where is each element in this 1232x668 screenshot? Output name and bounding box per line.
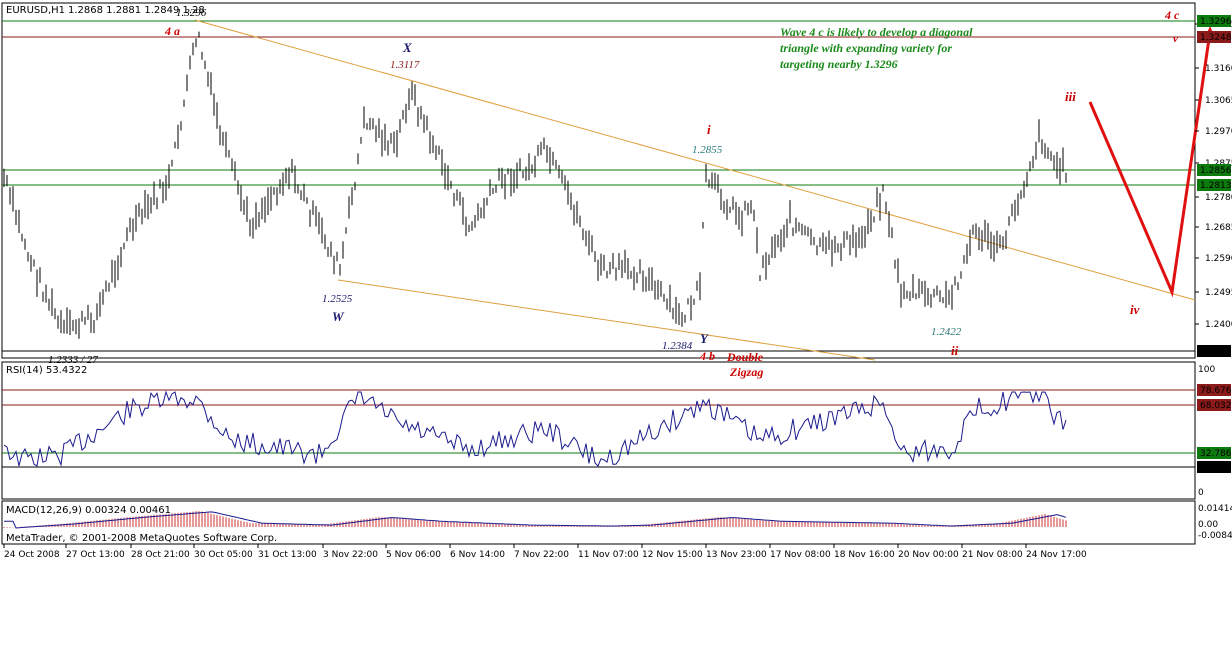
time-tick-label: 27 Oct 13:00 (66, 550, 125, 560)
price-tick-label: 1.3160 (1205, 64, 1232, 74)
double-zigzag-line1: Double (726, 350, 764, 364)
price-panel[interactable] (1, 2, 1196, 359)
price-level-badge-label: 1.2856 (1200, 166, 1232, 176)
macd-label: MACD(12,26,9) 0.00324 0.00461 (6, 505, 171, 516)
note-line-1: Wave 4 c is likely to develop a diagonal (780, 25, 973, 39)
macd-tick-label: 0.00 (1198, 520, 1218, 530)
wave-iii-label: iii (1065, 89, 1076, 104)
wave-w-label: W (332, 309, 345, 324)
note-line-2: triangle with expanding variety for (780, 41, 952, 55)
copyright-label: MetaTrader, © 2001-2008 MetaQuotes Softw… (6, 533, 277, 544)
price-tick-label: 1.2685 (1205, 223, 1232, 233)
time-tick-label: 5 Nov 06:00 (386, 550, 441, 560)
wave-y-label: Y (700, 331, 709, 346)
rsi-level-badge-label: 78.6765 (1200, 386, 1232, 396)
rsi-tick-100: 100 (1198, 365, 1215, 375)
price-tick-label: 1.2400 (1205, 320, 1232, 330)
price-13296-label: 1.3296 (176, 7, 207, 19)
wave-4c-label: 4 c (1164, 8, 1180, 22)
time-tick-label: 21 Nov 08:00 (962, 550, 1023, 560)
price-tick-label: 1.3065 (1205, 96, 1232, 106)
rsi-tick-0: 0 (1198, 488, 1204, 498)
rsi-level-badge-label: 68.0328 (1200, 401, 1232, 411)
time-tick-label: 7 Nov 22:00 (514, 550, 569, 560)
time-tick-label: 18 Nov 16:00 (834, 550, 895, 560)
chart-canvas[interactable]: EURUSD,H1 1.2868 1.2881 1.2849 1.28 1.32… (0, 0, 1232, 668)
time-tick-label: 28 Oct 21:00 (131, 550, 190, 560)
price-level-badge-label: 1.2322 (1200, 347, 1232, 357)
macd-tick-label: -0.00844 (1198, 531, 1232, 541)
wave-4b-label: 4 b (699, 349, 715, 363)
double-zigzag-line2: Zigzag (729, 365, 763, 379)
note-line-3: targeting nearby 1.3296 (780, 57, 898, 71)
time-tick-label: 11 Nov 07:00 (578, 550, 639, 560)
price-12855-label: 1.2855 (692, 144, 723, 156)
price-12422-label: 1.2422 (931, 326, 962, 338)
time-tick-label: 12 Nov 15:00 (642, 550, 703, 560)
time-tick-label: 13 Nov 23:00 (706, 550, 767, 560)
rsi-panel[interactable] (1, 361, 1196, 500)
wave-ii-label: ii (951, 343, 959, 358)
rsi-label: RSI(14) 53.4322 (6, 365, 87, 376)
price-tick-label: 1.2780 (1205, 193, 1232, 203)
price-12525-label: 1.2525 (322, 293, 353, 305)
wave-x-label: X (402, 40, 412, 55)
time-tick-label: 20 Nov 00:00 (898, 550, 959, 560)
time-tick-label: 6 Nov 14:00 (450, 550, 505, 560)
price-axis: 1.32551.31601.30651.29701.28751.27801.26… (1195, 15, 1232, 357)
price-12384-label: 1.2384 (662, 340, 693, 352)
price-13117-label: 1.3117 (390, 59, 420, 71)
price-tick-label: 1.2590 (1205, 254, 1232, 264)
symbol-label: EURUSD,H1 (6, 5, 65, 16)
rsi-level-badge-label: 32.7869 (1200, 449, 1232, 459)
time-tick-label: 24 Oct 2008 (4, 550, 60, 560)
wave-v-label: v (1173, 33, 1178, 45)
macd-tick-label: 0.01414 (1198, 504, 1232, 514)
price-level-badge-label: 1.3296 (1200, 17, 1232, 27)
price-tick-label: 1.2495 (1205, 288, 1232, 298)
time-tick-label: 30 Oct 05:00 (194, 550, 253, 560)
time-tick-label: 24 Nov 17:00 (1026, 550, 1087, 560)
wave-4a-label: 4 a (164, 24, 180, 38)
rsi-level-badge-label: 22.9508 (1200, 463, 1232, 473)
time-tick-label: 31 Oct 13:00 (258, 550, 317, 560)
rsi-axis: 78.6765 68.0328 32.7869 22.9508 100 0 (1197, 365, 1232, 498)
wave-iv-label: iv (1130, 302, 1140, 317)
time-axis: 24 Oct 2008 27 Oct 13:00 28 Oct 21:00 30 Oc… (3, 544, 1087, 560)
wave-i-label: i (707, 122, 711, 137)
time-tick-label: 3 Nov 22:00 (323, 550, 378, 560)
time-tick-label: 17 Nov 08:00 (770, 550, 831, 560)
macd-axis: 0.01414 0.00-0.00844 (1198, 504, 1232, 541)
price-tick-label: 1.2970 (1205, 127, 1232, 137)
price-level-badge-label: 1.2813 (1200, 181, 1232, 191)
price-level-badge-label: 1.3248 (1200, 33, 1232, 43)
